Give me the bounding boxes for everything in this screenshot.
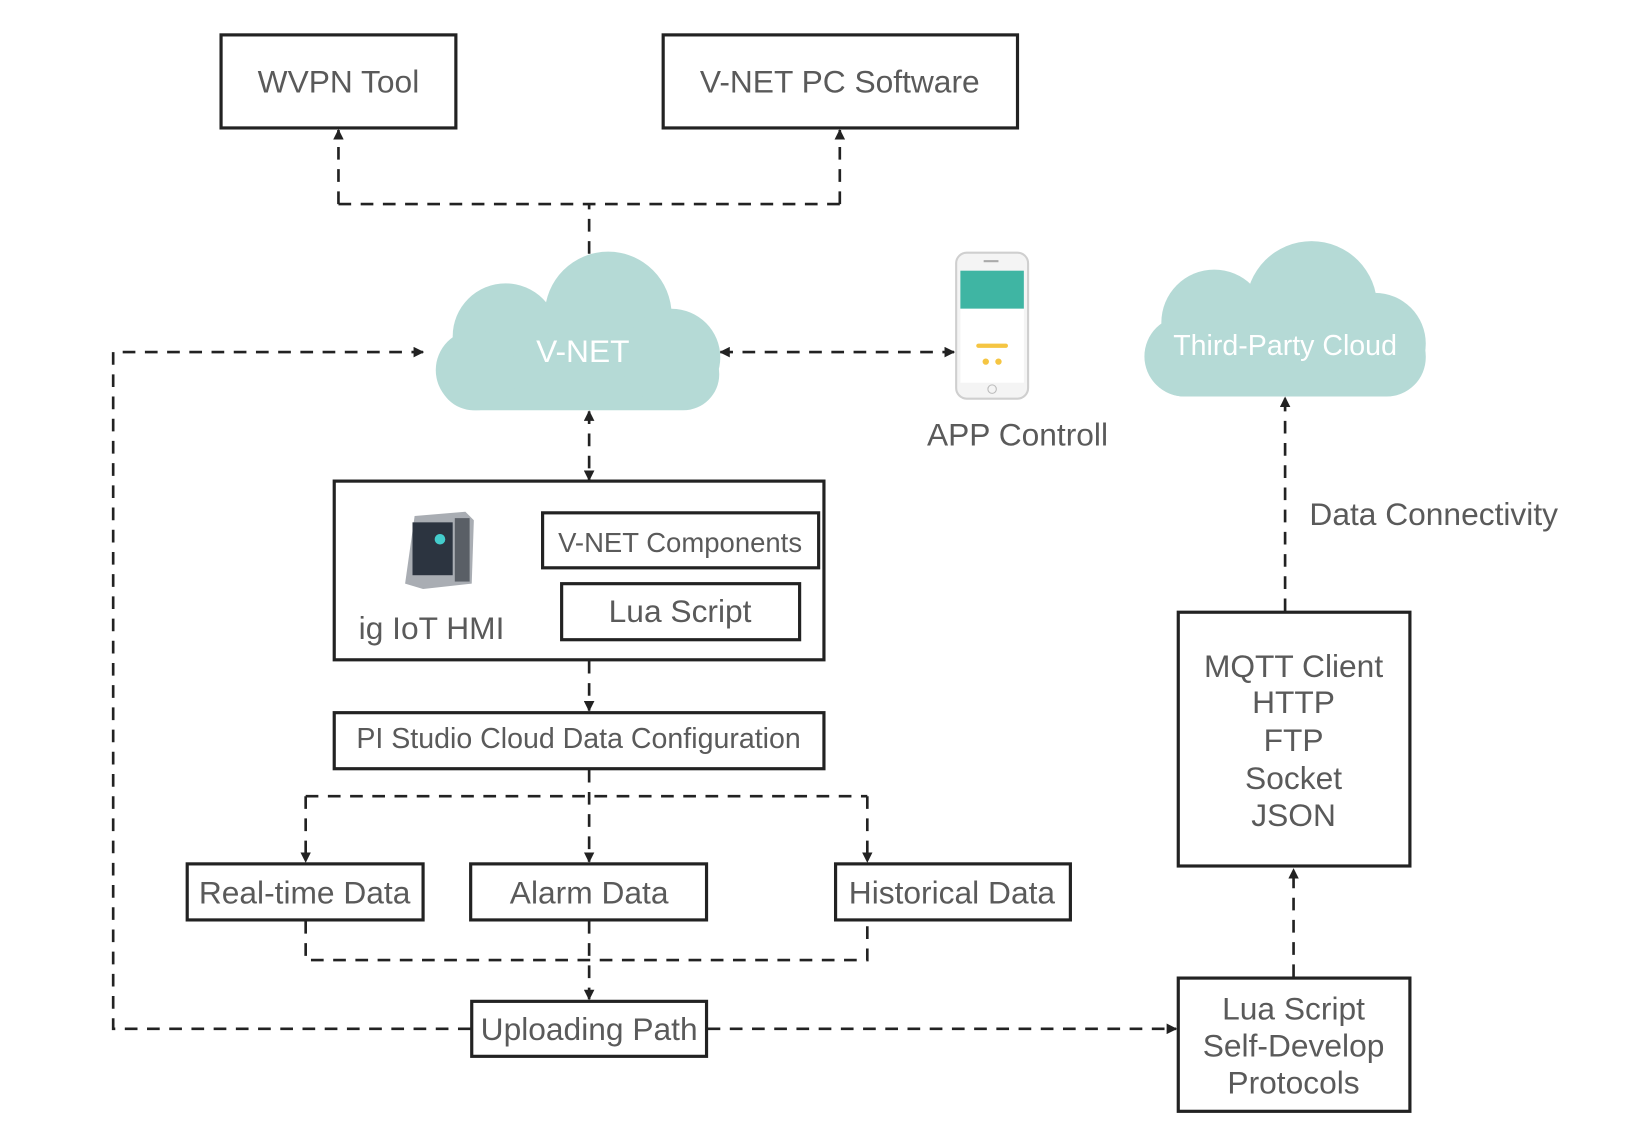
historical-data-label: Historical Data — [849, 874, 1056, 910]
vnet-pc-software-label: V-NET PC Software — [700, 63, 980, 99]
alarm-data-box: Alarm Data — [469, 862, 709, 922]
protocols-box: MQTT Client HTTP FTP Socket JSON — [1176, 610, 1412, 868]
protocol-item: FTP — [1264, 722, 1324, 758]
lua-script-label: Lua Script — [609, 593, 752, 629]
protocol-item: MQTT Client — [1204, 648, 1383, 684]
smartphone-icon — [955, 251, 1030, 400]
protocol-item: JSON — [1251, 797, 1336, 833]
uploading-path-box: Uploading Path — [470, 999, 709, 1058]
vnet-cloud-label: V-NET — [536, 333, 629, 369]
vnet-components-label: V-NET Components — [558, 527, 802, 558]
app-control-label: APP Controll — [927, 417, 1108, 453]
data-connectivity-label: Data Connectivity — [1309, 496, 1558, 532]
uploading-path-label: Uploading Path — [481, 1011, 698, 1047]
hmi-box: ig IoT HMI V-NET Components Lua Script — [332, 479, 826, 662]
lua-self-develop-box: Lua Script Self-Develop Protocols — [1176, 976, 1412, 1113]
protocol-item: Socket — [1245, 760, 1342, 796]
third-party-cloud-icon — [1144, 241, 1426, 397]
protocol-item: HTTP — [1252, 684, 1335, 720]
pi-studio-label: PI Studio Cloud Data Configuration — [356, 723, 800, 755]
hmi-label: ig IoT HMI — [359, 610, 505, 646]
hmi-device-icon — [405, 511, 474, 589]
wvpn-tool-label: WVPN Tool — [258, 63, 420, 99]
pi-studio-box: PI Studio Cloud Data Configuration — [332, 711, 826, 771]
arrow-upload-to-vnet — [111, 346, 471, 1031]
third-party-cloud-label: Third-Party Cloud — [1173, 330, 1397, 362]
realtime-data-label: Real-time Data — [199, 874, 411, 910]
vnet-cloud-icon — [435, 251, 721, 411]
historical-data-box: Historical Data — [833, 862, 1072, 922]
vnet-pc-software-box: V-NET PC Software — [661, 33, 1020, 130]
realtime-data-box: Real-time Data — [185, 862, 425, 922]
connector-merge-bus — [304, 920, 869, 962]
lua-self-develop-line: Self-Develop — [1203, 1028, 1385, 1064]
architecture-diagram: WVPN Tool V-NET PC Software V-NET APP Co… — [111, 33, 1558, 1113]
lua-self-develop-line: Lua Script — [1222, 991, 1365, 1027]
lua-self-develop-line: Protocols — [1227, 1065, 1359, 1101]
alarm-data-label: Alarm Data — [510, 874, 669, 910]
wvpn-tool-box: WVPN Tool — [219, 33, 458, 130]
